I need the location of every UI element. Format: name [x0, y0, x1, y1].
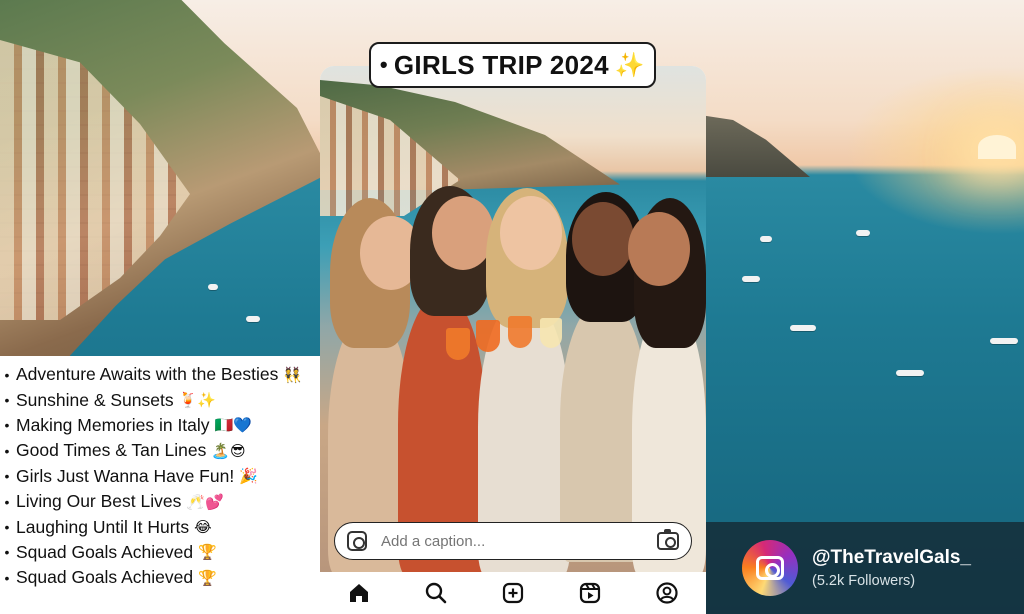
- spritz-glass: [446, 328, 470, 360]
- profile-icon[interactable]: [652, 578, 682, 608]
- profile-handle[interactable]: @TheTravelGals_: [812, 547, 971, 569]
- list-item-text: Living Our Best Lives: [16, 491, 182, 512]
- boat: [246, 316, 260, 322]
- list-bullet: •: [4, 392, 10, 409]
- party-popper-icon: 🎉: [239, 468, 258, 486]
- bottom-nav: [320, 572, 706, 614]
- list-item-text: Making Memories in Italy: [16, 414, 210, 435]
- list-item-text: Squad Goals Achieved: [16, 541, 194, 562]
- list-bullet: •: [4, 493, 10, 510]
- list-item-text: Sunshine & Sunsets: [16, 389, 174, 410]
- list-item-text: Good Times & Tan Lines: [16, 440, 207, 461]
- list-item: • Good Times & Tan Lines 🏝️😎: [0, 438, 322, 463]
- camera-icon[interactable]: [657, 529, 679, 550]
- profile-card[interactable]: @TheTravelGals_ (5.2k Followers): [706, 522, 1024, 614]
- list-bullet: •: [4, 544, 10, 561]
- list-bullet: •: [4, 519, 10, 536]
- list-item-text: Adventure Awaits with the Besties: [16, 364, 279, 385]
- boat: [208, 284, 218, 290]
- list-item: • Living Our Best Lives 🥂💕: [0, 489, 322, 514]
- trophy-icon: 🏆: [198, 569, 217, 587]
- post-title: GIRLS TRIP 2024: [393, 49, 609, 80]
- caption-input[interactable]: [381, 532, 643, 550]
- boat: [742, 276, 760, 282]
- list-bullet: •: [4, 417, 10, 434]
- search-icon[interactable]: [421, 578, 451, 608]
- friend-face: [628, 212, 690, 286]
- list-item: • Girls Just Wanna Have Fun! 🎉: [0, 464, 322, 489]
- dancers-icon: 👯: [283, 366, 303, 384]
- list-item: • Sunshine & Sunsets 🍹✨: [0, 387, 322, 412]
- boat: [896, 370, 924, 376]
- list-item: • Making Memories in Italy 🇮🇹💙: [0, 413, 322, 438]
- title-bullet: •: [379, 52, 388, 77]
- list-item-text: Laughing Until It Hurts: [16, 516, 190, 537]
- list-bullet: •: [4, 468, 10, 485]
- boat: [760, 236, 772, 242]
- laughing-face-icon: 😂: [194, 519, 212, 537]
- list-item: • Squad Goals Achieved 🏆: [0, 565, 322, 590]
- list-item: • Adventure Awaits with the Besties 👯: [0, 362, 322, 387]
- list-item: • Laughing Until It Hurts 😂: [0, 514, 322, 539]
- profile-info: @TheTravelGals_ (5.2k Followers): [812, 547, 971, 589]
- instagram-avatar-icon[interactable]: [742, 540, 798, 596]
- trophy-icon: 🏆: [198, 544, 217, 562]
- wine-glass: [540, 318, 562, 348]
- italy-flag-heart-icon: 🇮🇹💙: [214, 417, 252, 435]
- list-bullet: •: [4, 442, 10, 459]
- friend-face: [572, 202, 634, 276]
- boat: [790, 325, 816, 331]
- instagram-icon: [347, 531, 367, 551]
- boat: [856, 230, 870, 236]
- caption-ideas-list: • Adventure Awaits with the Besties 👯 • …: [0, 356, 322, 614]
- cocktail-sparkle-icon: 🍹✨: [178, 392, 216, 410]
- setting-sun: [978, 135, 1016, 159]
- follower-count: (5.2k Followers): [812, 573, 916, 589]
- add-post-icon[interactable]: [498, 578, 528, 608]
- reels-icon[interactable]: [575, 578, 605, 608]
- list-item-text: Squad Goals Achieved: [16, 567, 194, 588]
- list-bullet: •: [4, 366, 10, 383]
- home-icon[interactable]: [344, 578, 374, 608]
- friend-face: [500, 196, 562, 270]
- boat: [990, 338, 1018, 344]
- post-composer: [320, 66, 706, 614]
- sparkle-icon: ✨: [614, 51, 646, 79]
- distant-headland: [700, 115, 810, 177]
- spritz-glass: [508, 316, 532, 348]
- camera-icon: [756, 556, 784, 580]
- island-sunglasses-icon: 🏝️😎: [211, 442, 246, 460]
- list-item: • Squad Goals Achieved 🏆: [0, 540, 322, 565]
- list-bullet: •: [4, 569, 10, 586]
- friend-face: [432, 196, 494, 270]
- caption-bar: [334, 522, 692, 560]
- cheers-heart-icon: 🥂💕: [186, 493, 224, 511]
- post-title-badge: • GIRLS TRIP 2024 ✨: [369, 42, 656, 88]
- group-photo: [320, 66, 706, 578]
- spritz-glass: [476, 320, 500, 352]
- list-item-text: Girls Just Wanna Have Fun!: [16, 465, 235, 486]
